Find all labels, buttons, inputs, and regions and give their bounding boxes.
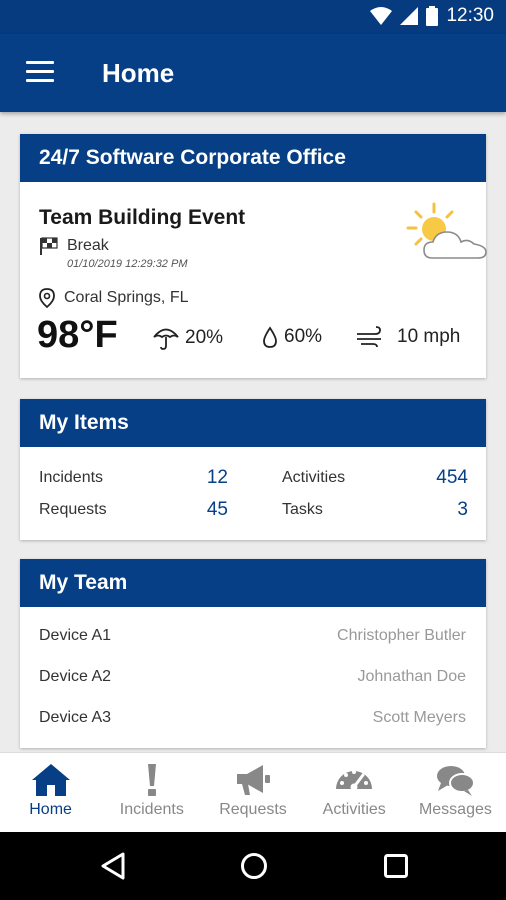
battery-icon [426,6,439,26]
wind-value: 10 mph [397,326,461,347]
item-label[interactable]: Requests [39,501,107,519]
nav-activities-label: Activities [322,801,386,818]
recents-icon[interactable] [383,852,409,880]
item-label[interactable]: Activities [282,469,345,487]
water-drop-icon [263,326,277,348]
item-label[interactable]: Incidents [39,469,103,487]
checkered-flag-icon [40,237,58,255]
location-row: Coral Springs, FL [39,288,189,308]
team-person: Christopher Butler [337,627,466,644]
wifi-icon [370,7,393,25]
event-status: Break [39,237,109,255]
my-items-title: My Items [20,399,486,447]
back-icon[interactable] [100,852,126,880]
item-value[interactable]: 12 [180,467,228,489]
nav-home[interactable]: Home [0,753,101,832]
nav-home-label: Home [29,801,72,818]
event-status-label: Break [67,237,109,254]
nav-requests[interactable]: Requests [202,753,303,832]
wind-stat: 10 mph [355,326,460,348]
humidity-stat: 60% [262,326,322,348]
exclamation-icon [147,764,156,796]
status-bar: 12:30 [0,0,506,34]
my-team-card: My Team Device A1 Christopher Butler Dev… [20,559,486,748]
team-device: Device A2 [39,668,112,685]
temperature: 98°F [37,314,118,356]
nav-messages-label: Messages [418,801,492,818]
nav-incidents[interactable]: Incidents [101,753,202,832]
team-device: Device A3 [39,709,112,726]
status-time: 12:30 [446,5,494,26]
nav-requests-label: Requests [219,801,287,818]
speedometer-icon [336,770,373,791]
event-title: Team Building Event [39,206,246,229]
item-value[interactable]: 3 [410,499,468,521]
my-team-title: My Team [20,559,486,607]
location-label: Coral Springs, FL [64,289,189,306]
home-icon [31,764,70,796]
precipitation-value: 20% [185,327,224,348]
nav-incidents-label: Incidents [119,801,184,818]
office-card-title: 24/7 Software Corporate Office [20,134,486,182]
signal-icon [400,7,419,25]
wind-icon [357,326,381,348]
team-device: Device A1 [39,627,112,644]
partly-sunny-icon [406,202,487,259]
item-label[interactable]: Tasks [282,501,323,519]
page-title: Home [102,58,175,88]
event-timestamp: 01/10/2019 12:29:32 PM [67,258,188,270]
my-items-card: My Items Incidents 12 Requests 45 Activi… [20,399,486,540]
humidity-value: 60% [284,326,323,347]
megaphone-icon [237,765,270,795]
app-bar: Home [0,34,506,112]
office-card[interactable]: 24/7 Software Corporate Office Team Buil… [20,134,487,378]
precipitation-stat: 20% [153,326,223,350]
location-pin-icon [39,288,55,308]
item-value[interactable]: 454 [410,467,468,489]
item-value[interactable]: 45 [180,499,228,521]
nav-activities[interactable]: Activities [304,753,405,832]
bottom-nav: Home Incidents Requests Activities Messa… [0,752,506,832]
chat-bubbles-icon [437,766,476,796]
home-circle-icon[interactable] [240,852,268,880]
system-nav-bar [0,832,506,900]
team-person: Scott Meyers [372,709,466,726]
team-person: Johnathan Doe [357,668,466,685]
hamburger-menu-icon[interactable] [26,61,54,83]
nav-messages[interactable]: Messages [405,753,506,832]
umbrella-icon [153,328,179,350]
